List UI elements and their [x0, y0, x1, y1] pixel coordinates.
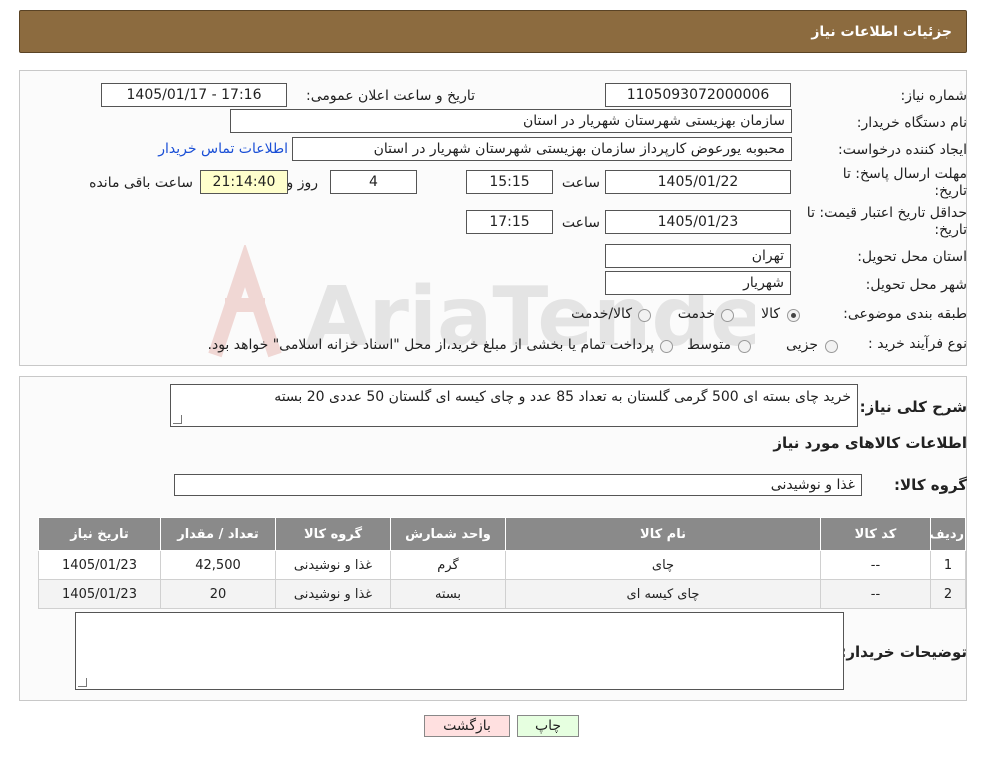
days-label: روز و — [286, 175, 319, 191]
buyer-org-label: نام دستگاه خریدار: — [856, 115, 967, 131]
process-checkbox-treasury[interactable] — [660, 340, 673, 353]
price-time-label: ساعت — [561, 215, 600, 231]
category-radio-goods-service[interactable] — [638, 309, 651, 322]
print-button[interactable]: چاپ — [517, 715, 579, 737]
table-header-row: ردیف کد کالا نام کالا واحد شمارش گروه کا… — [38, 517, 966, 551]
category-radio-goods[interactable] — [787, 309, 800, 322]
page-header: جزئیات اطلاعات نیاز — [19, 10, 967, 53]
cell-row-number: 1 — [930, 550, 966, 580]
city-field: شهریار — [605, 271, 791, 295]
reply-time-label: ساعت — [561, 175, 600, 191]
cell-item-name: چای — [505, 550, 821, 580]
table-row: 2 -- چای کیسه ای بسته غذا و نوشیدنی 20 1… — [38, 579, 966, 609]
cell-quantity: 20 — [160, 579, 276, 609]
page-title: جزئیات اطلاعات نیاز — [811, 24, 952, 40]
province-label: استان محل تحویل: — [857, 249, 967, 265]
category-option-goods-service: کالا/خدمت — [571, 306, 632, 322]
process-radio-partial[interactable] — [825, 340, 838, 353]
process-note: پرداخت تمام یا بخشی از مبلغ خرید،از محل … — [207, 337, 654, 353]
cell-group: غذا و نوشیدنی — [275, 550, 391, 580]
buyer-contact-link[interactable]: اطلاعات تماس خریدار — [158, 141, 288, 157]
creator-label: ایجاد کننده درخواست: — [838, 142, 967, 158]
process-label: نوع فرآیند خرید : — [868, 336, 967, 352]
price-time-field: 17:15 — [466, 210, 553, 234]
cell-item-code: -- — [820, 579, 931, 609]
announce-label: تاریخ و ساعت اعلان عمومی: — [306, 88, 475, 104]
category-option-service: خدمت — [677, 306, 715, 322]
items-table-container: ردیف کد کالا نام کالا واحد شمارش گروه کا… — [38, 517, 966, 609]
summary-textarea[interactable]: خرید چای بسته ای 500 گرمی گلستان به تعدا… — [170, 384, 858, 427]
cell-row-number: 2 — [930, 579, 966, 609]
cell-need-date: 1405/01/23 — [38, 550, 161, 580]
remaining-label: ساعت باقی مانده — [89, 175, 193, 191]
city-label: شهر محل تحویل: — [865, 277, 967, 293]
col-header-group: گروه کالا — [275, 517, 391, 551]
cell-group: غذا و نوشیدنی — [275, 579, 391, 609]
process-option-partial: جزیی — [786, 337, 818, 353]
process-radio-medium[interactable] — [738, 340, 751, 353]
goods-group-field: غذا و نوشیدنی — [174, 474, 862, 496]
cell-unit: بسته — [390, 579, 506, 609]
buyer-org-field: سازمان بهزیستی شهرستان شهریار در استان — [230, 109, 792, 133]
reply-date-field: 1405/01/22 — [605, 170, 791, 194]
cell-unit: گرم — [390, 550, 506, 580]
reply-time-field: 15:15 — [466, 170, 553, 194]
col-header-unit: واحد شمارش — [390, 517, 506, 551]
price-date-field: 1405/01/23 — [605, 210, 791, 234]
need-number-label: شماره نیاز: — [900, 88, 968, 104]
back-button[interactable]: بازگشت — [424, 715, 510, 737]
category-radio-service[interactable] — [721, 309, 734, 322]
table-row: 1 -- چای گرم غذا و نوشیدنی 42,500 1405/0… — [38, 550, 966, 580]
summary-label: شرح کلی نیاز: — [859, 398, 967, 416]
resize-handle-icon[interactable] — [173, 415, 182, 424]
col-header-need-date: تاریخ نیاز — [38, 517, 161, 551]
cell-need-date: 1405/01/23 — [38, 579, 161, 609]
col-header-item-name: نام کالا — [505, 517, 821, 551]
cell-quantity: 42,500 — [160, 550, 276, 580]
items-table: ردیف کد کالا نام کالا واحد شمارش گروه کا… — [38, 517, 966, 609]
days-remaining-field: 4 — [330, 170, 417, 194]
col-header-item-code: کد کالا — [820, 517, 931, 551]
price-validity-label: حداقل تاریخ اعتبار قیمت: تا تاریخ: — [806, 205, 967, 238]
buyer-notes-label: توضیحات خریدار: — [840, 643, 967, 661]
col-header-quantity: تعداد / مقدار — [160, 517, 276, 551]
category-option-goods: کالا — [761, 306, 780, 322]
col-header-row-number: ردیف — [929, 517, 966, 551]
goods-info-title: اطلاعات کالاهای مورد نیاز — [773, 434, 967, 452]
process-option-medium: متوسط — [687, 337, 731, 353]
goods-group-label: گروه کالا: — [894, 476, 967, 494]
buyer-notes-text — [76, 613, 843, 621]
remaining-time-field: 21:14:40 — [200, 170, 288, 194]
cell-item-name: چای کیسه ای — [505, 579, 821, 609]
category-label: طبقه بندی موضوعی: — [843, 306, 967, 322]
reply-deadline-label: مهلت ارسال پاسخ: تا تاریخ: — [842, 166, 967, 199]
cell-item-code: -- — [820, 550, 931, 580]
buyer-notes-textarea[interactable] — [75, 612, 844, 690]
province-field: تهران — [605, 244, 791, 268]
need-number-field: 1105093072000006 — [605, 83, 791, 107]
resize-handle-icon[interactable] — [78, 678, 87, 687]
summary-text: خرید چای بسته ای 500 گرمی گلستان به تعدا… — [274, 389, 851, 405]
creator-field: محبوبه یورعوض کارپرداز سازمان بهزیستی شه… — [292, 137, 792, 161]
announce-field: 1405/01/17 - 17:16 — [101, 83, 287, 107]
